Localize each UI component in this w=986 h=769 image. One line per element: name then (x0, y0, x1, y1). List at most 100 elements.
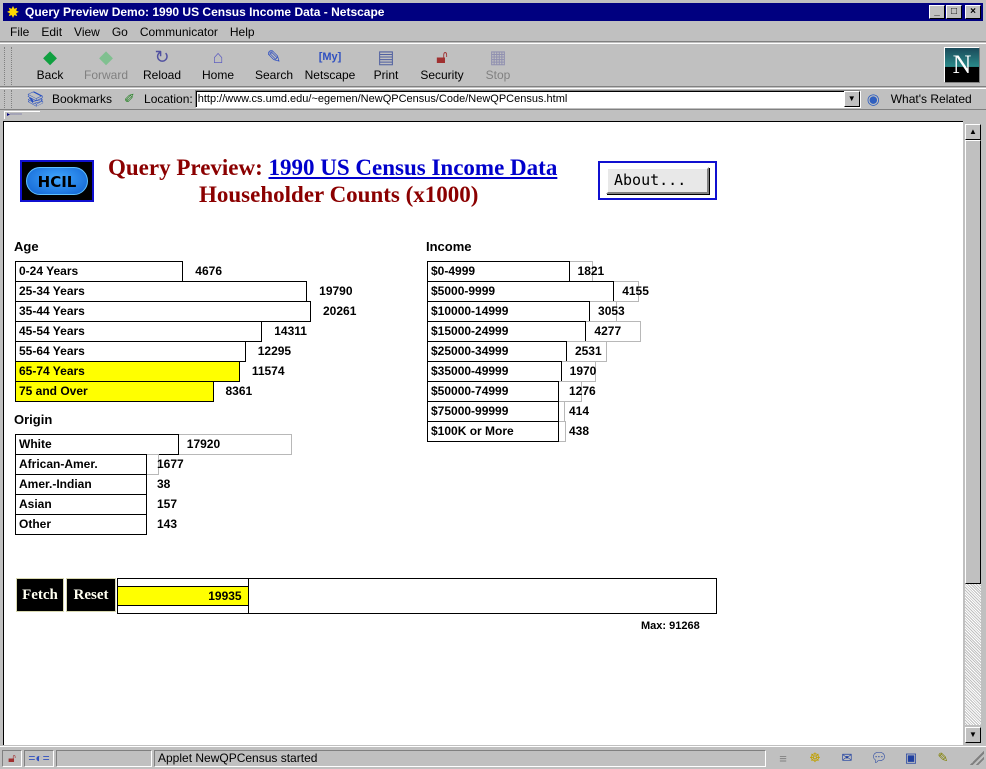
minimize-button[interactable]: _ (929, 5, 945, 19)
income-preview-bar[interactable] (557, 261, 570, 282)
address-book-icon[interactable]: ▣ (900, 750, 922, 766)
age-preview-bar[interactable] (145, 381, 214, 402)
resize-grip[interactable] (970, 751, 984, 765)
age-preview-bar[interactable] (145, 301, 311, 322)
age-category-button[interactable]: 45-54 Years (15, 321, 146, 342)
age-category-button[interactable]: 35-44 Years (15, 301, 146, 322)
income-category-button[interactable]: $35000-49999 (427, 361, 558, 382)
url-dropdown-icon[interactable]: ▼ (843, 91, 860, 107)
security-status-icon[interactable]: 🔓︎ (2, 749, 22, 767)
location-label: Location: (144, 92, 193, 106)
scroll-up-icon[interactable]: ▲ (965, 124, 981, 140)
income-preview-bar[interactable] (557, 301, 591, 322)
origin-label: Origin (14, 412, 53, 427)
menu-communicator[interactable]: Communicator (134, 25, 224, 39)
reload-button[interactable]: ↻ Reload (134, 46, 190, 86)
scroll-track[interactable] (965, 584, 981, 725)
vertical-scrollbar[interactable]: ▲ ▼ (963, 121, 983, 745)
home-button[interactable]: ⌂ Home (190, 46, 246, 86)
location-page-icon[interactable]: ✐ (124, 91, 140, 107)
menu-view[interactable]: View (68, 25, 106, 39)
age-value-label: 8361 (225, 384, 253, 398)
age-preview-bar[interactable] (145, 341, 246, 362)
income-preview-bar[interactable] (557, 401, 559, 422)
bookmarks-icon[interactable]: 📚︎ (26, 90, 48, 108)
age-preview-bar[interactable] (145, 361, 240, 382)
origin-preview-bar[interactable] (145, 494, 147, 515)
print-button[interactable]: ▤ Print (358, 46, 414, 86)
navigator-icon[interactable]: ☸ (804, 750, 826, 766)
connection-status-icon: =◐= (24, 749, 54, 767)
toolbar-grip[interactable] (4, 47, 12, 85)
whats-related-button[interactable]: What's Related (891, 92, 972, 106)
location-toolbar-grip[interactable] (4, 90, 12, 108)
origin-category-button[interactable]: Amer.-Indian (15, 474, 146, 495)
age-category-button[interactable]: 55-64 Years (15, 341, 146, 362)
age-preview-bar[interactable] (145, 281, 308, 302)
income-preview-bar[interactable] (557, 341, 567, 362)
newsgroups-icon[interactable]: 💬︎ (868, 750, 890, 766)
origin-category-button[interactable]: Asian (15, 494, 146, 515)
bookmarks-button[interactable]: Bookmarks (52, 92, 112, 106)
my-netscape-icon: [My] (318, 51, 342, 63)
search-button[interactable]: ✎ Search (246, 46, 302, 86)
age-category-button[interactable]: 0-24 Years (15, 261, 146, 282)
padlock-icon: 🔓︎ (436, 47, 448, 67)
income-category-button[interactable]: $5000-9999 (427, 281, 558, 302)
reset-button[interactable]: Reset (66, 578, 116, 612)
age-category-button[interactable]: 25-34 Years (15, 281, 146, 302)
income-preview-bar[interactable] (557, 281, 615, 302)
title-bar: ✸ Query Preview Demo: 1990 US Census Inc… (0, 0, 986, 23)
back-button[interactable]: ◆ Back (22, 46, 78, 86)
composer-icon[interactable]: ✎ (932, 750, 954, 766)
forward-button[interactable]: ◆ Forward (78, 46, 134, 86)
income-preview-bar[interactable] (557, 421, 559, 442)
census-data-link[interactable]: 1990 US Census Income Data (269, 155, 558, 180)
menu-go[interactable]: Go (106, 25, 134, 39)
component-bar-grip-icon[interactable]: ≡ (772, 751, 794, 766)
menu-edit[interactable]: Edit (35, 25, 68, 39)
origin-category-button[interactable]: Other (15, 514, 146, 535)
income-category-button[interactable]: $50000-74999 (427, 381, 558, 402)
origin-preview-bar[interactable] (145, 514, 147, 535)
result-bar-track: 19935 (118, 579, 249, 613)
income-category-button[interactable]: $10000-14999 (427, 301, 558, 322)
maximize-button[interactable]: □ (946, 5, 962, 19)
collapsed-toolbar-tab[interactable]: ▸⋯⋯ (4, 111, 40, 119)
menu-file[interactable]: File (4, 25, 35, 39)
whats-related-icon[interactable]: ◉ (867, 90, 889, 108)
menu-help[interactable]: Help (224, 25, 261, 39)
location-toolbar: 📚︎ Bookmarks ✐ Location: http://www.cs.u… (0, 88, 986, 110)
income-preview-bar[interactable] (557, 361, 562, 382)
netscape-logo[interactable]: N (944, 47, 980, 83)
my-netscape-button[interactable]: [My] Netscape (302, 46, 358, 86)
income-category-button[interactable]: $100K or More (427, 421, 558, 442)
origin-preview-bar[interactable] (145, 434, 179, 455)
income-category-button[interactable]: $0-4999 (427, 261, 558, 282)
fetch-button[interactable]: Fetch (16, 578, 64, 612)
page-title: Query Preview: 1990 US Census Income Dat… (108, 155, 558, 180)
origin-category-button[interactable]: White (15, 434, 146, 455)
income-preview-bar[interactable] (557, 321, 587, 342)
url-input[interactable]: http://www.cs.umd.edu/~egemen/NewQPCensu… (194, 90, 861, 108)
income-category-button[interactable]: $25000-34999 (427, 341, 558, 362)
origin-category-button[interactable]: African-Amer. (15, 454, 146, 475)
age-category-button[interactable]: 75 and Over (15, 381, 146, 402)
origin-preview-bar[interactable] (145, 454, 147, 475)
age-category-button[interactable]: 65-74 Years (15, 361, 146, 382)
income-preview-bar[interactable] (557, 381, 559, 402)
origin-preview-bar[interactable] (145, 474, 147, 495)
income-category-button[interactable]: $75000-99999 (427, 401, 558, 422)
mail-icon[interactable]: ✉ (836, 750, 858, 766)
age-value-label: 11574 (251, 364, 285, 378)
income-category-button[interactable]: $15000-24999 (427, 321, 558, 342)
security-button[interactable]: 🔓︎ Security (414, 46, 470, 86)
income-label: Income (426, 239, 472, 254)
close-button[interactable]: × (965, 5, 981, 19)
scroll-thumb[interactable] (965, 140, 981, 584)
scroll-down-icon[interactable]: ▼ (965, 727, 981, 743)
stop-button[interactable]: ▦ Stop (470, 46, 526, 86)
age-preview-bar[interactable] (145, 261, 184, 282)
age-preview-bar[interactable] (145, 321, 263, 342)
about-button[interactable]: About... (606, 167, 709, 194)
